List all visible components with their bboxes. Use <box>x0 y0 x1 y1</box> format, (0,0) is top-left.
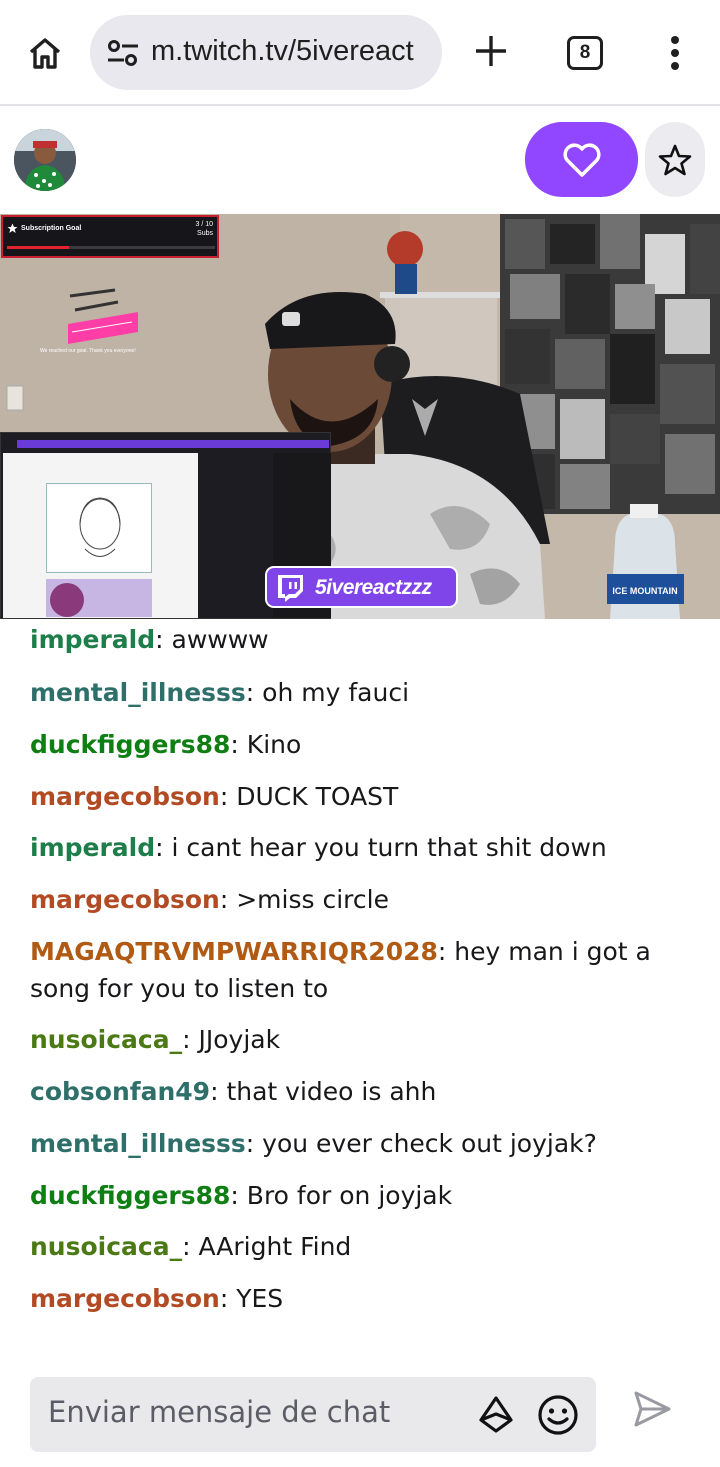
emote-picker-button[interactable] <box>537 1394 579 1436</box>
tab-count: 8 <box>579 42 591 63</box>
chat-text: awwww <box>171 625 269 654</box>
channel-brand-name: 5ivereactzzz <box>315 576 432 599</box>
chat-message: cobsonfan49: that video is ahh <box>30 1077 437 1106</box>
chat-text: you ever check out joyjak? <box>262 1129 597 1158</box>
channel-header <box>0 108 720 214</box>
chat-message: nusoicaca_: JJoyjak <box>30 1025 281 1054</box>
chat-message: imperald: awwww <box>30 625 269 654</box>
shared-drawing <box>46 483 152 573</box>
chat-username[interactable]: mental_illnesss <box>30 1129 246 1158</box>
chat-username[interactable]: margecobson <box>30 782 220 811</box>
chat-username[interactable]: nusoicaca_ <box>30 1232 182 1261</box>
tab-switcher-button[interactable]: 8 <box>567 36 603 70</box>
sub-goal-title: Subscription Goal <box>21 225 82 232</box>
sub-goal-progress-bar <box>7 246 215 249</box>
overlay-graphic <box>68 288 138 344</box>
site-info-icon[interactable] <box>106 37 140 69</box>
sub-goal-progress-fill <box>7 246 70 249</box>
chat-message: duckfiggers88: Kino <box>30 730 302 759</box>
chat-username[interactable]: margecobson <box>30 1284 220 1313</box>
address-bar[interactable]: m.twitch.tv/5ivereact <box>90 15 442 90</box>
subscription-goal-widget: Subscription Goal 3 / 10 Subs <box>1 215 219 258</box>
chat-text: that video is ahh <box>226 1077 437 1106</box>
heart-icon <box>563 143 600 177</box>
chat-message: mental_illnesss: you ever check out joyj… <box>30 1129 597 1158</box>
emote-icon <box>538 1395 578 1435</box>
chat-message: margecobson: >miss circle <box>30 885 389 914</box>
new-tab-button[interactable] <box>468 28 514 74</box>
chat-text: Kino <box>246 730 302 759</box>
chat-message-list[interactable]: imperald: awwww mental_illnesss: oh my f… <box>0 619 720 1349</box>
chat-message: duckfiggers88: Bro for on joyjak <box>30 1181 453 1210</box>
browser-menu-button[interactable] <box>660 30 690 76</box>
browser-window-bar <box>17 440 329 448</box>
chat-message: MAGAQTRVMPWARRIQR2028: hey man i got a s… <box>30 937 651 1003</box>
send-button[interactable] <box>630 1388 674 1430</box>
bits-icon <box>479 1396 513 1433</box>
chat-username[interactable]: duckfiggers88 <box>30 1181 230 1210</box>
twitch-logo-icon <box>278 575 303 602</box>
plus-icon <box>476 36 506 66</box>
chat-text: >miss circle <box>236 885 389 914</box>
chat-username[interactable]: mental_illnesss <box>30 678 246 707</box>
chat-text: i cant hear you turn that shit down <box>171 833 607 862</box>
chat-username[interactable]: imperald <box>30 625 155 654</box>
sub-goal-count-unit: Subs <box>197 230 213 237</box>
chat-username[interactable]: MAGAQTRVMPWARRIQR2028 <box>30 937 438 966</box>
sub-goal-count: 3 / 10 Subs <box>195 220 213 238</box>
chat-text: Bro for on joyjak <box>246 1181 453 1210</box>
chat-text: YES <box>236 1284 284 1313</box>
home-button[interactable] <box>22 30 68 76</box>
chat-message: margecobson: DUCK TOAST <box>30 782 399 811</box>
chat-username[interactable]: nusoicaca_ <box>30 1025 182 1054</box>
avatar-image <box>14 129 76 191</box>
svg-text:ICE MOUNTAIN: ICE MOUNTAIN <box>612 586 677 596</box>
chat-message: mental_illnesss: oh my fauci <box>30 678 410 707</box>
sub-goal-count-value: 3 / 10 <box>195 221 213 228</box>
channel-avatar[interactable] <box>14 129 76 191</box>
chat-username[interactable]: cobsonfan49 <box>30 1077 210 1106</box>
chat-input-placeholder[interactable]: Enviar mensaje de chat <box>48 1395 468 1429</box>
chat-message: nusoicaca_: AAright Find <box>30 1232 352 1261</box>
chat-username[interactable]: imperald <box>30 833 155 862</box>
chat-input-box[interactable]: Enviar mensaje de chat <box>30 1377 596 1452</box>
chat-username[interactable]: duckfiggers88 <box>30 730 230 759</box>
video-player[interactable]: ICE MOUNTAIN Subscription Goal 3 / 10 Su… <box>0 214 720 619</box>
channel-brand-badge: 5ivereactzzz <box>265 566 458 608</box>
overlay-caption: We reached our goal. Thank you everyone! <box>40 348 136 354</box>
bits-button[interactable] <box>476 1395 516 1435</box>
star-icon <box>7 223 18 233</box>
browser-toolbar: m.twitch.tv/5ivereact 8 <box>0 0 720 106</box>
chat-text: DUCK TOAST <box>236 782 399 811</box>
shared-webpage <box>3 453 198 618</box>
chat-message: imperald: i cant hear you turn that shit… <box>30 833 607 862</box>
chat-username[interactable]: margecobson <box>30 885 220 914</box>
favorite-button[interactable] <box>645 122 705 197</box>
home-icon <box>29 38 61 69</box>
chat-message: margecobson: YES <box>30 1284 284 1313</box>
chat-text: JJoyjak <box>198 1025 281 1054</box>
follow-button[interactable] <box>525 122 638 197</box>
shared-avatar <box>50 583 84 617</box>
chat-text: oh my fauci <box>262 678 410 707</box>
star-icon <box>658 144 692 175</box>
more-vert-icon <box>671 36 679 70</box>
url-text[interactable]: m.twitch.tv/5ivereact <box>151 35 427 68</box>
chat-text: AAright Find <box>198 1232 352 1261</box>
send-icon <box>634 1391 671 1427</box>
